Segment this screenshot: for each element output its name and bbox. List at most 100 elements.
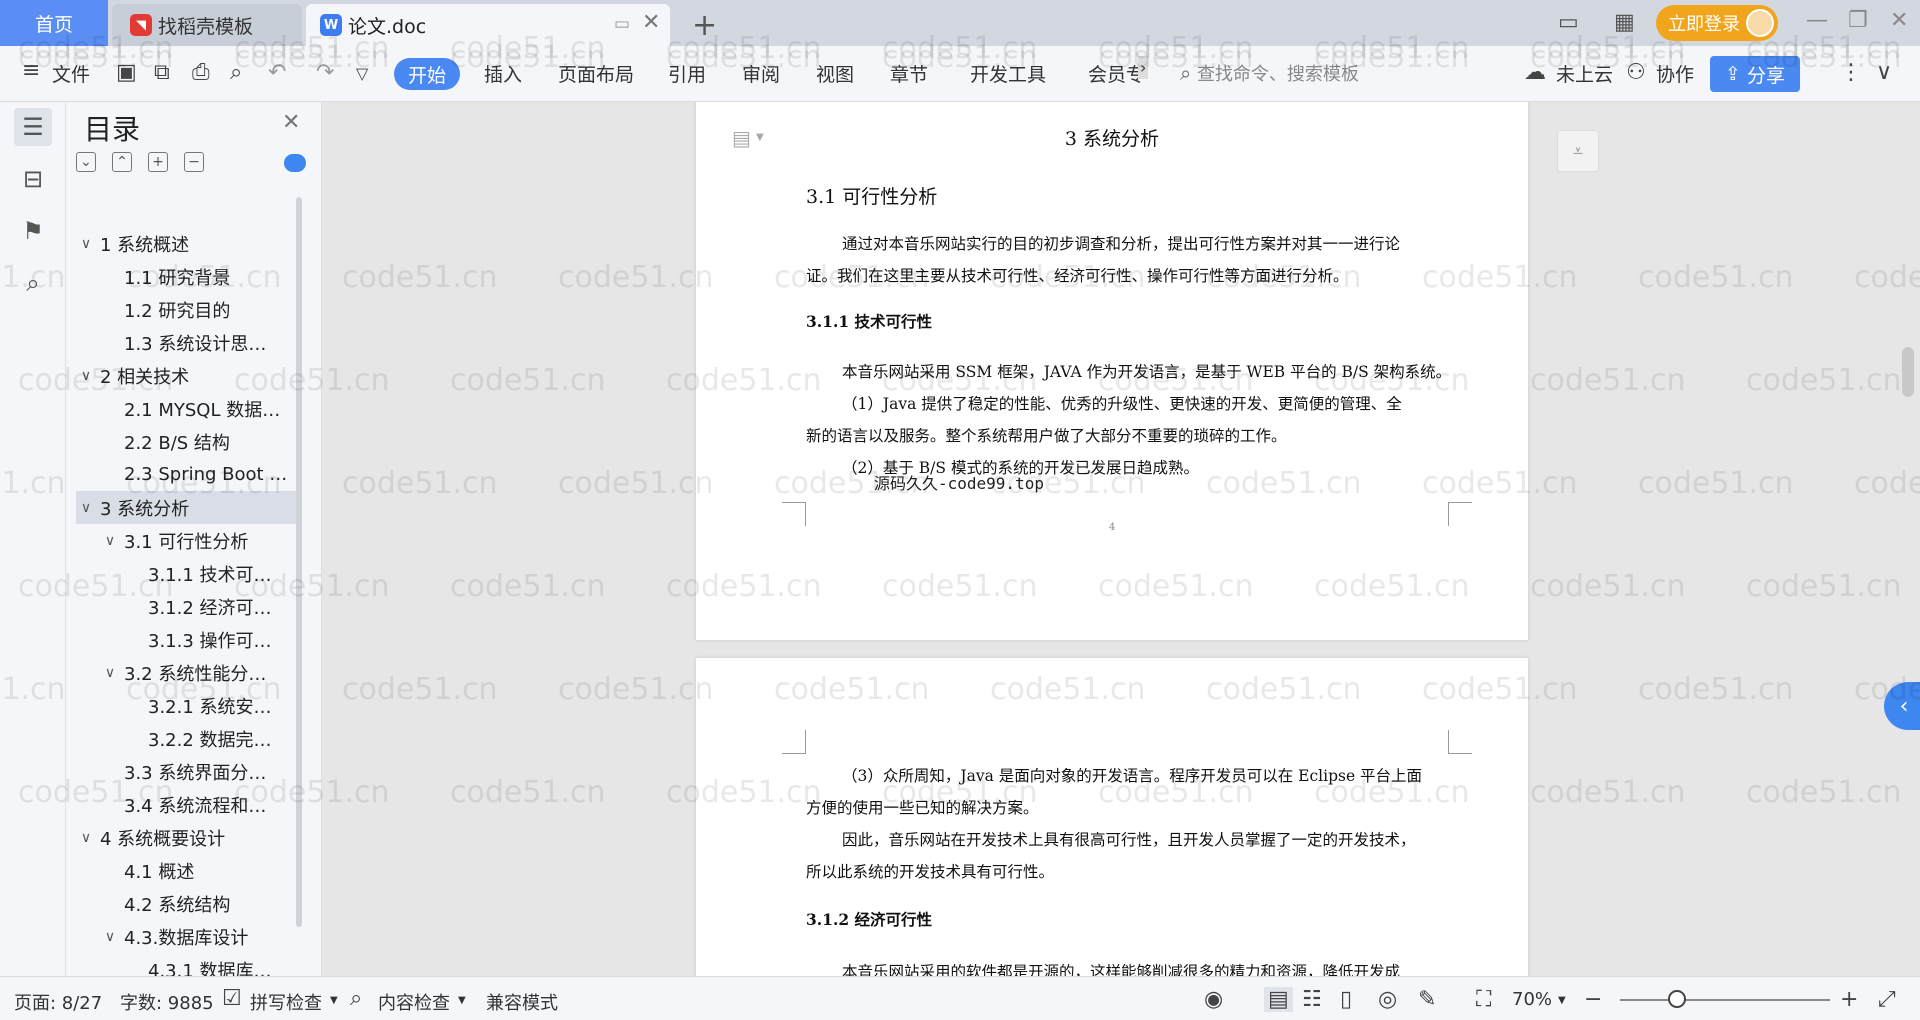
content-check-icon[interactable]: ⌕ (350, 986, 362, 1011)
document-page[interactable]: ▤ ▼ 3 系统分析 3.1 可行性分析 通过对本音乐网站实行的目的初步调查和分… (696, 102, 1528, 640)
menu-chapter[interactable]: 章节 (890, 60, 928, 87)
file-menu[interactable]: 文件 (52, 60, 90, 87)
toc-item[interactable]: 1.1 研究背景 (76, 260, 296, 293)
reading-view-icon[interactable]: ▯ (1340, 987, 1352, 1012)
pen-icon[interactable]: ✎ (1418, 987, 1436, 1012)
add-heading-icon[interactable]: + (148, 152, 168, 172)
content-check-button[interactable]: 内容检查 (378, 989, 450, 1015)
toc-item[interactable]: 3.4 系统流程和… (76, 788, 296, 821)
reading-mode-icon[interactable]: ▭ (1558, 10, 1579, 35)
toc-item[interactable]: 4.1 概述 (76, 854, 296, 887)
quick-access-dropdown-icon[interactable]: ▽ (356, 64, 368, 83)
chevron-down-icon[interactable]: ∨ (76, 500, 96, 516)
toc-item[interactable]: ∨ 4 系统概要设计 (76, 821, 296, 854)
toc-item[interactable]: ∨ 2 相关技术 (76, 359, 296, 392)
spellcheck-icon[interactable]: ☑ (222, 986, 242, 1011)
cloud-icon[interactable]: ☁ (1524, 60, 1546, 85)
toc-item[interactable]: 2.1 MYSQL 数据… (76, 392, 296, 425)
collapse-all-icon[interactable]: ⌃ (112, 152, 132, 172)
bookmark-icon[interactable]: ⚑ (14, 212, 52, 250)
toc-panel-icon[interactable]: ☰ (14, 108, 52, 146)
remove-heading-icon[interactable]: − (184, 152, 204, 172)
command-search[interactable]: ⌕ 查找命令、搜索模板 (1180, 60, 1359, 86)
toc-item[interactable]: ∨ 3 系统分析 (76, 491, 296, 524)
toc-item[interactable]: ∨ 1 系统概述 (76, 227, 296, 260)
undo-icon[interactable]: ↶ (268, 60, 286, 85)
minimize-icon[interactable]: — (1806, 8, 1828, 33)
zoom-slider-handle[interactable] (1667, 990, 1686, 1008)
zoom-level[interactable]: 70% (1512, 989, 1552, 1010)
more-menus-icon[interactable]: › (1138, 56, 1149, 79)
redo-icon[interactable]: ↷ (316, 60, 334, 85)
toc-item[interactable]: ∨ 4.3.数据库设计 (76, 920, 296, 953)
collaborate-button[interactable]: 协作 (1656, 60, 1694, 87)
print-preview-icon[interactable]: ⌕ (230, 60, 242, 85)
chevron-down-icon[interactable]: ∨ (76, 236, 96, 252)
document-area[interactable]: ▤ ▼ 3 系统分析 3.1 可行性分析 通过对本音乐网站实行的目的初步调查和分… (322, 102, 1920, 976)
chevron-down-icon[interactable]: ∨ (76, 830, 96, 846)
toc-item[interactable]: 1.2 研究目的 (76, 293, 296, 326)
restore-icon[interactable]: ❐ (1848, 8, 1868, 33)
collapse-ribbon-icon[interactable]: ∨ (1876, 60, 1892, 85)
side-panel-toggle-icon[interactable]: ‹ (1884, 682, 1920, 730)
more-options-icon[interactable]: ⋮ (1840, 60, 1862, 85)
page-view-icon[interactable]: ▤ (1264, 987, 1293, 1012)
cloud-status[interactable]: 未上云 (1556, 60, 1613, 87)
toc-item[interactable]: 3.2.1 系统安… (76, 689, 296, 722)
tab-template[interactable]: ◥ 找稻壳模板 (112, 4, 302, 46)
collaborate-icon[interactable]: ⚇ (1626, 60, 1646, 85)
menu-start[interactable]: 开始 (394, 58, 460, 90)
toc-item[interactable]: ∨ 3.2 系统性能分… (76, 656, 296, 689)
chevron-down-icon[interactable]: ∨ (76, 368, 96, 384)
zoom-in-icon[interactable]: + (1840, 987, 1858, 1012)
chevron-down-icon[interactable]: ∨ (100, 929, 120, 945)
close-icon[interactable]: ✕ (282, 110, 300, 135)
save-icon[interactable]: ▣ (116, 60, 137, 85)
new-tab-button[interactable]: + (692, 8, 717, 43)
close-tab-icon[interactable]: ✕ (642, 10, 660, 35)
menu-review[interactable]: 审阅 (742, 60, 780, 87)
toc-item[interactable]: 1.3 系统设计思… (76, 326, 296, 359)
eye-protection-icon[interactable]: ◉ (1204, 987, 1223, 1012)
page-count[interactable]: 页面: 8/27 (14, 989, 102, 1015)
apps-grid-icon[interactable]: ▦ (1614, 10, 1635, 35)
tab-document[interactable]: W 论文.doc ▭ ✕ (306, 4, 670, 46)
share-button[interactable]: ⇪ 分享 (1710, 56, 1800, 92)
toc-scrollbar[interactable] (296, 197, 302, 927)
chevron-down-icon[interactable]: ∨ (100, 533, 120, 549)
chevron-down-icon[interactable]: ▼ (330, 995, 338, 1006)
login-button[interactable]: 立即登录 (1656, 5, 1778, 41)
chevron-down-icon[interactable]: ▼ (1558, 995, 1566, 1006)
toc-item[interactable]: 4.2 系统结构 (76, 887, 296, 920)
expand-all-icon[interactable]: ⌄ (76, 152, 96, 172)
toc-item[interactable]: 3.3 系统界面分… (76, 755, 296, 788)
web-view-icon[interactable]: ◎ (1378, 987, 1397, 1012)
fullscreen-icon[interactable]: ⤢ (1878, 987, 1896, 1012)
menu-references[interactable]: 引用 (668, 60, 706, 87)
zoom-slider[interactable] (1620, 999, 1830, 1001)
document-page[interactable]: （3）众所周知，Java 是面向对象的开发语言。程序开发员可以在 Eclipse… (696, 658, 1528, 976)
toc-item[interactable]: 3.1.1 技术可… (76, 557, 296, 590)
toc-item[interactable]: ∨ 3.1 可行性分析 (76, 524, 296, 557)
close-window-icon[interactable]: ✕ (1890, 8, 1908, 33)
toc-item[interactable]: 2.2 B/S 结构 (76, 425, 296, 458)
toc-item[interactable]: 3.1.2 经济可… (76, 590, 296, 623)
menu-member[interactable]: 会员专 (1088, 60, 1145, 87)
tab-home[interactable]: 首页 (0, 0, 108, 46)
find-icon[interactable]: ⌕ (14, 264, 52, 302)
menu-view[interactable]: 视图 (816, 60, 854, 87)
export-pdf-icon[interactable]: ⧉ (154, 60, 170, 85)
ai-assistant-icon[interactable] (284, 154, 306, 172)
chapter-nav-icon[interactable]: ⊟ (14, 160, 52, 198)
spellcheck-button[interactable]: 拼写检查 (250, 989, 322, 1015)
fit-page-icon[interactable]: ⛶ (1476, 987, 1491, 1012)
toc-item[interactable]: 3.2.2 数据完… (76, 722, 296, 755)
comment-panel-icon[interactable]: ⩡ (1557, 130, 1599, 172)
print-icon[interactable]: ⎙ (192, 60, 210, 85)
toc-item[interactable]: 2.3 Spring Boot … (76, 458, 296, 491)
outline-view-icon[interactable]: ☷ (1302, 987, 1322, 1012)
menu-page-layout[interactable]: 页面布局 (558, 60, 634, 87)
monitor-icon[interactable]: ▭ (614, 14, 630, 34)
toc-item[interactable]: 3.1.3 操作可… (76, 623, 296, 656)
word-count[interactable]: 字数: 9885 (120, 989, 214, 1015)
